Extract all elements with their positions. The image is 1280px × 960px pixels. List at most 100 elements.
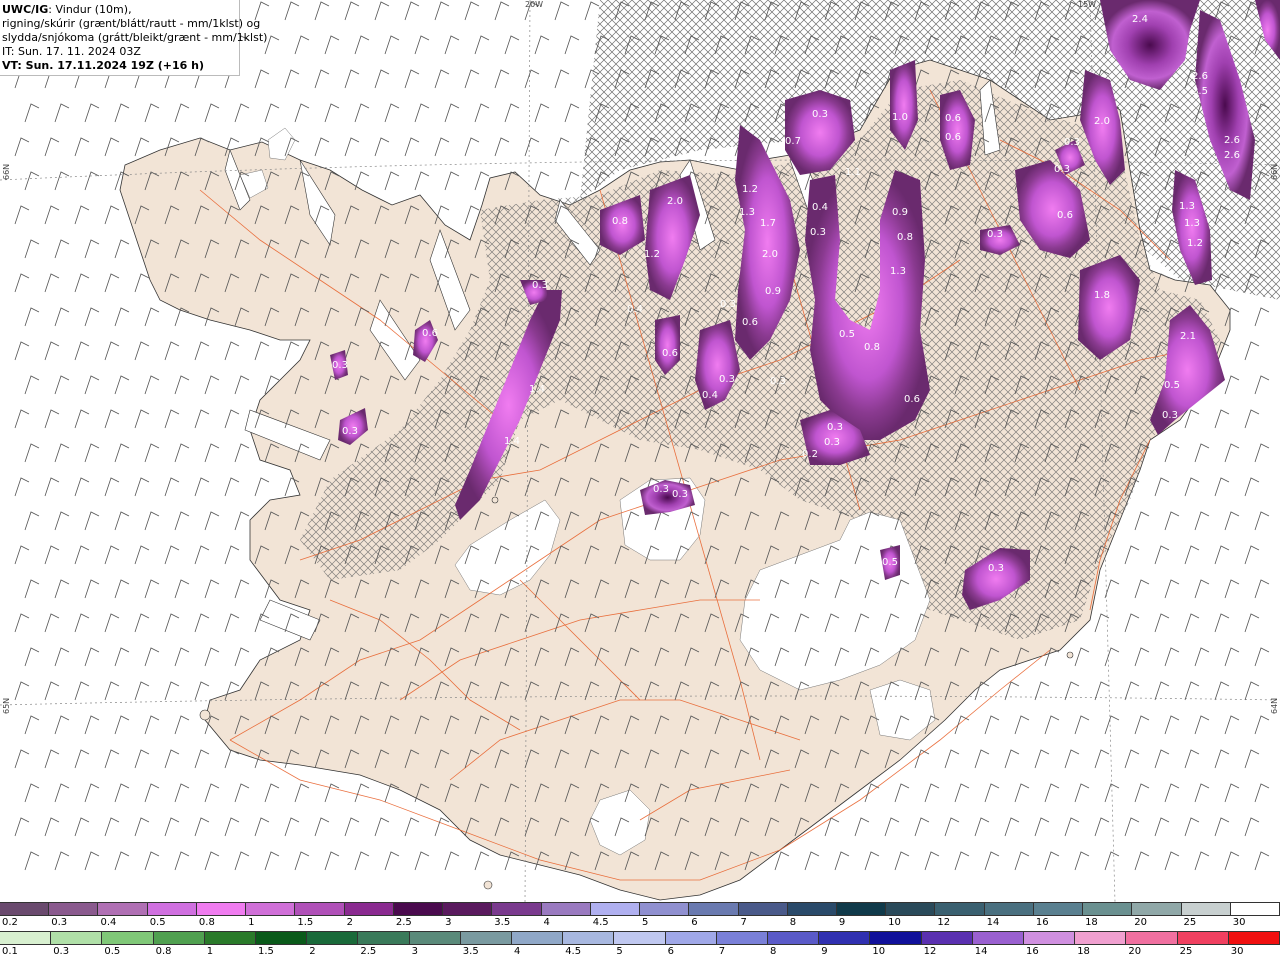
precip-value-label: 2.5 (1192, 86, 1208, 97)
legend-label: 4 (514, 946, 521, 957)
legend-label: 30 (1230, 946, 1244, 957)
legend-label: 12 (923, 946, 937, 957)
legend-swatch (541, 903, 591, 915)
legend-label: 16 (1035, 917, 1049, 928)
precip-value-label: 2.0 (667, 196, 683, 207)
legend-label: 12 (937, 917, 951, 928)
legend-label: 25 (1183, 917, 1197, 928)
precip-value-label: 0.6 (945, 113, 961, 124)
legend-swatch (147, 903, 197, 915)
precip-value-label: 1.2 (644, 249, 660, 260)
precip-value-label: 0.3 (342, 426, 358, 437)
legend-swatch (256, 932, 308, 944)
rain-legend-labels: 0.1 0.3 0.5 0.8 1 1.5 2 2.5 3 3.5 4 4.5 5 6 7 8 9 10 12 14 1… (0, 946, 1280, 958)
legend-label: 0.1 (2, 946, 18, 957)
legend-swatch (972, 932, 1025, 944)
precip-value-label: 0.8 (864, 342, 880, 353)
precip-value-label: 1.2 (742, 184, 758, 195)
legend-swatch (0, 932, 52, 944)
precip-value-label: 2.6 (1224, 135, 1240, 146)
legend-label: 20 (1128, 946, 1142, 957)
precip-value-label: 0.4 (812, 202, 828, 213)
precip-value-label: 2.4 (1132, 14, 1148, 25)
legend-label: 3 (411, 946, 418, 957)
precip-value-label: 0.3 (810, 227, 826, 238)
legend-swatch (665, 932, 717, 944)
legend-label: 14 (974, 946, 988, 957)
precip-value-label: 1.4 (529, 384, 545, 395)
title-line1: : Vindur (10m), (48, 3, 132, 16)
precip-value-label: 0.9 (892, 207, 908, 218)
legend-swatch (1181, 903, 1231, 915)
legend-swatch (716, 932, 769, 944)
legend-swatch (787, 903, 837, 915)
precip-value-label: 0.3 (672, 489, 688, 500)
precip-value-label: 0.4 (627, 304, 643, 315)
precip-value-label: 1.2 (1187, 238, 1203, 249)
snow-legend-colors (0, 902, 1280, 916)
legend-label: 20 (1134, 917, 1148, 928)
legend-swatch (1228, 932, 1280, 944)
legend-label: 7 (740, 917, 747, 928)
legend-swatch (921, 932, 973, 944)
legend-swatch (886, 903, 936, 915)
legend-swatch (1230, 903, 1280, 915)
legend-label: 1 (206, 946, 214, 957)
precip-value-label: 0.3 (812, 109, 828, 120)
legend-swatch (0, 903, 50, 915)
legend-swatch (563, 932, 615, 944)
legend-swatch (102, 932, 154, 944)
precip-value-label: 1.3 (739, 207, 755, 218)
precip-value-label: 0.6 (742, 317, 758, 328)
legend-swatch (689, 903, 739, 915)
grid-label-15w: 15W (1078, 0, 1097, 9)
precip-value-label: 1.8 (1094, 290, 1110, 301)
legend-swatch (246, 903, 296, 915)
grid-label-66n-right: 66N (1270, 163, 1279, 180)
legend-swatch (295, 903, 345, 915)
legend-swatch (393, 903, 444, 915)
legend-label: 0.8 (198, 917, 215, 928)
map-title-box: UWC/IG: Vindur (10m), rigning/skúrir (gr… (0, 0, 267, 76)
legend-label: 14 (986, 917, 1000, 928)
precip-value-label: 0.3 (720, 299, 736, 310)
grid-label-66n-left: 66N (2, 163, 11, 180)
precip-value-label: 0.4 (702, 390, 718, 401)
legend-swatch (344, 903, 394, 915)
legend-swatch (836, 903, 887, 915)
legend-label: 1.5 (297, 917, 314, 928)
precip-value-label: 0.3 (1054, 164, 1070, 175)
snow-legend-labels: 0.2 0.3 0.4 0.5 0.8 1 1.5 2 2.5 3 3.5 4 4.5 5 6 7 8 9 10 12… (0, 917, 1280, 929)
legend-label: 5 (642, 917, 649, 928)
legend-label: 3.5 (462, 946, 479, 957)
legend-label: 4.5 (565, 946, 582, 957)
legend-label: 0.5 (149, 917, 166, 928)
legend-swatch (935, 903, 985, 915)
legend-label: 6 (691, 917, 698, 928)
grid-label-20w: 20W (525, 0, 544, 9)
precip-value-label: 0.3 (1064, 137, 1080, 148)
grid-label-64n-right: 64N (1270, 697, 1279, 714)
precip-value-label: 0.3 (827, 422, 843, 433)
precip-value-label: 1.3 (890, 266, 906, 277)
legend-label: 18 (1077, 946, 1090, 957)
legend-swatch (640, 903, 690, 915)
legend-swatch (1033, 903, 1084, 915)
precip-value-label: 0.9 (765, 286, 781, 297)
legend-label: 0.8 (155, 946, 172, 957)
legend-label: 10 (872, 946, 886, 957)
weather-map: 0.30.60.30.31.41.40.82.01.20.40.60.31.21… (0, 0, 1280, 902)
legend-label: 9 (838, 917, 846, 928)
precip-value-label: 0.3 (332, 360, 348, 371)
precip-value-label: 0.3 (988, 563, 1004, 574)
legend-label: 10 (888, 917, 901, 928)
legend-label: 8 (789, 917, 797, 928)
precip-value-label: 0.6 (945, 132, 961, 143)
legend-label: 0.4 (100, 917, 117, 928)
precip-value-label: 0.3 (824, 437, 840, 448)
legend-swatch (460, 932, 513, 944)
precip-value-label: 0.3 (1162, 410, 1178, 421)
legend-swatch (870, 932, 922, 944)
legend-swatch (196, 903, 247, 915)
legend-swatch (614, 932, 666, 944)
